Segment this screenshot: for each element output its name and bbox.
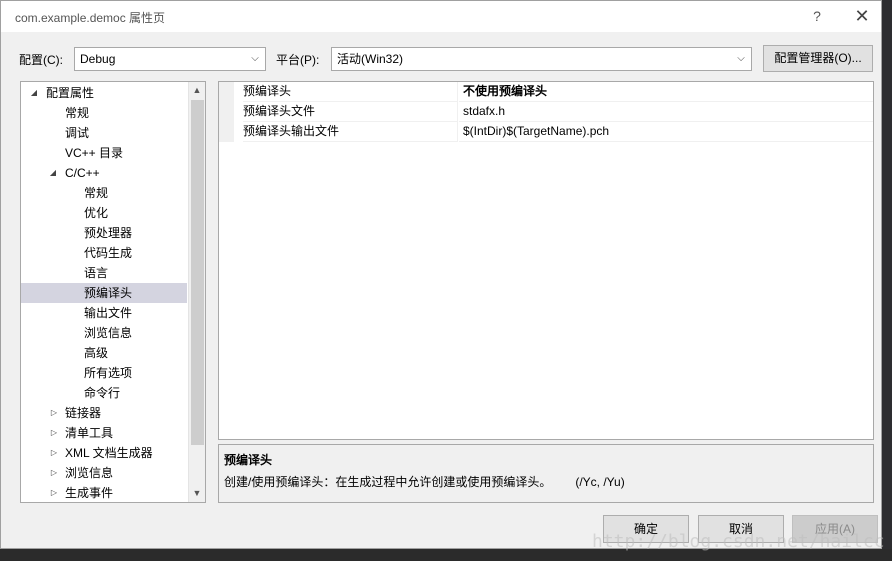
- property-row[interactable]: 预编译头文件 stdafx.h: [219, 102, 873, 122]
- tree-item-label: C/C++: [65, 166, 100, 180]
- tree-item-precompiled-headers[interactable]: 预编译头: [21, 283, 187, 303]
- platform-select[interactable]: 活动(Win32) ⌵: [331, 47, 752, 71]
- row-gutter: [219, 82, 234, 102]
- property-row[interactable]: 预编译头 不使用预编译头: [219, 82, 873, 102]
- tree-scrollbar[interactable]: ▲ ▼: [188, 82, 205, 502]
- tree-item-label: 清单工具: [65, 426, 114, 440]
- background-window: [882, 0, 892, 561]
- tree-item-debugging[interactable]: 调试: [21, 123, 187, 143]
- tree-item-label: 输出文件: [84, 306, 133, 320]
- property-value[interactable]: 不使用预编译头: [459, 82, 873, 102]
- tree-item-browse-information[interactable]: 浏览信息: [21, 323, 187, 343]
- title-bar: com.example.democ 属性页 ? ✕: [1, 1, 881, 32]
- tree-item-label: 常规: [84, 186, 109, 200]
- row-gutter: [219, 122, 234, 142]
- tree-item-label: 生成事件: [65, 486, 114, 500]
- config-select[interactable]: Debug ⌵: [74, 47, 266, 71]
- tree-item-label: 高级: [84, 346, 109, 360]
- scrollbar-thumb[interactable]: [191, 100, 204, 445]
- tree-item-preprocessor[interactable]: 预处理器: [21, 223, 187, 243]
- tree-item-optimization[interactable]: 优化: [21, 203, 187, 223]
- tree-item-label: 浏览信息: [84, 326, 133, 340]
- property-grid: 预编译头 不使用预编译头 预编译头文件 stdafx.h 预编译头输出文件 $(…: [218, 81, 874, 440]
- tree-item-general[interactable]: 常规: [21, 103, 187, 123]
- property-pages-dialog: com.example.democ 属性页 ? ✕ 配置(C): Debug ⌵…: [0, 0, 882, 549]
- tree-item-cpp-general[interactable]: 常规: [21, 183, 187, 203]
- tree-item-label: 浏览信息: [65, 466, 114, 480]
- tree-item-all-options[interactable]: 所有选项: [21, 363, 187, 383]
- platform-label: 平台(P):: [276, 53, 320, 67]
- description-title: 预编译头: [224, 453, 273, 467]
- tree-item-label: 命令行: [84, 386, 121, 400]
- property-row[interactable]: 预编译头输出文件 $(IntDir)$(TargetName).pch: [219, 122, 873, 142]
- tree-item-vc-directories[interactable]: VC++ 目录: [21, 143, 187, 163]
- collapsed-triangle-icon[interactable]: ▷: [49, 423, 59, 443]
- tree-item-label: 所有选项: [84, 366, 133, 380]
- tree-item-label: XML 文档生成器: [65, 446, 153, 460]
- collapsed-triangle-icon[interactable]: ▷: [49, 483, 59, 502]
- tree-item-c-cpp[interactable]: ◢ C/C++: [21, 163, 187, 183]
- chevron-down-icon: ⌵: [737, 53, 745, 64]
- tree-item-label: 常规: [65, 106, 90, 120]
- help-icon[interactable]: ?: [801, 4, 833, 28]
- tree-item-label: 预编译头: [84, 286, 133, 300]
- config-select-value: Debug: [80, 52, 116, 66]
- collapsed-triangle-icon[interactable]: ▷: [49, 463, 59, 483]
- collapsed-triangle-icon[interactable]: ▷: [49, 443, 59, 463]
- config-label: 配置(C):: [19, 53, 63, 67]
- tree-item-code-generation[interactable]: 代码生成: [21, 243, 187, 263]
- property-value[interactable]: $(IntDir)$(TargetName).pch: [459, 122, 873, 142]
- close-icon[interactable]: ✕: [846, 4, 878, 28]
- tree-item-xml-doc-generator[interactable]: ▷ XML 文档生成器: [21, 443, 187, 463]
- tree-item-label: 预处理器: [84, 226, 133, 240]
- tree-item-config-properties[interactable]: ◢ 配置属性: [21, 83, 187, 103]
- description-switches: (/Yc, /Yu): [575, 475, 625, 489]
- expanded-triangle-icon[interactable]: ◢: [29, 83, 39, 103]
- row-gutter: [219, 102, 234, 122]
- description-text-line: 创建/使用预编译头：在生成过程中允许创建或使用预编译头。 (/Yc, /Yu): [224, 473, 868, 490]
- property-name: 预编译头: [243, 82, 458, 102]
- expanded-triangle-icon[interactable]: ◢: [48, 163, 58, 183]
- tree-item-command-line[interactable]: 命令行: [21, 383, 187, 403]
- scroll-up-icon[interactable]: ▲: [189, 82, 205, 99]
- platform-select-value: 活动(Win32): [337, 52, 404, 66]
- collapsed-triangle-icon[interactable]: ▷: [49, 403, 59, 423]
- tree-item-output-files[interactable]: 输出文件: [21, 303, 187, 323]
- chevron-down-icon: ⌵: [251, 53, 259, 64]
- tree-item-label: 调试: [65, 126, 90, 140]
- tree-item-language[interactable]: 语言: [21, 263, 187, 283]
- tree-item-label: 优化: [84, 206, 109, 220]
- property-name: 预编译头输出文件: [243, 122, 458, 142]
- tree-item-label: 配置属性: [46, 86, 95, 100]
- tree-item-label: 代码生成: [84, 246, 133, 260]
- tree-item-build-events[interactable]: ▷ 生成事件: [21, 483, 187, 502]
- property-tree: ◢ 配置属性 常规 调试 VC++ 目录 ◢ C/C++ 常规 优化 预处理器 …: [20, 81, 206, 503]
- watermark: http://blog.csdn.net/hailcc: [592, 531, 885, 552]
- tree-item-advanced[interactable]: 高级: [21, 343, 187, 363]
- description-panel: 预编译头 创建/使用预编译头：在生成过程中允许创建或使用预编译头。 (/Yc, /…: [218, 444, 874, 503]
- property-value[interactable]: stdafx.h: [459, 102, 873, 122]
- scroll-down-icon[interactable]: ▼: [189, 485, 205, 502]
- config-manager-button[interactable]: 配置管理器(O)...: [763, 45, 873, 72]
- window-title: com.example.democ 属性页: [15, 11, 166, 25]
- tree-item-label: 链接器: [65, 406, 102, 420]
- tree-item-linker[interactable]: ▷ 链接器: [21, 403, 187, 423]
- tree-item-manifest-tool[interactable]: ▷ 清单工具: [21, 423, 187, 443]
- property-name: 预编译头文件: [243, 102, 458, 122]
- tree-item-browse-info[interactable]: ▷ 浏览信息: [21, 463, 187, 483]
- description-text: 创建/使用预编译头：在生成过程中允许创建或使用预编译头。: [224, 475, 552, 489]
- tree-item-label: VC++ 目录: [65, 146, 124, 160]
- tree-item-label: 语言: [84, 266, 109, 280]
